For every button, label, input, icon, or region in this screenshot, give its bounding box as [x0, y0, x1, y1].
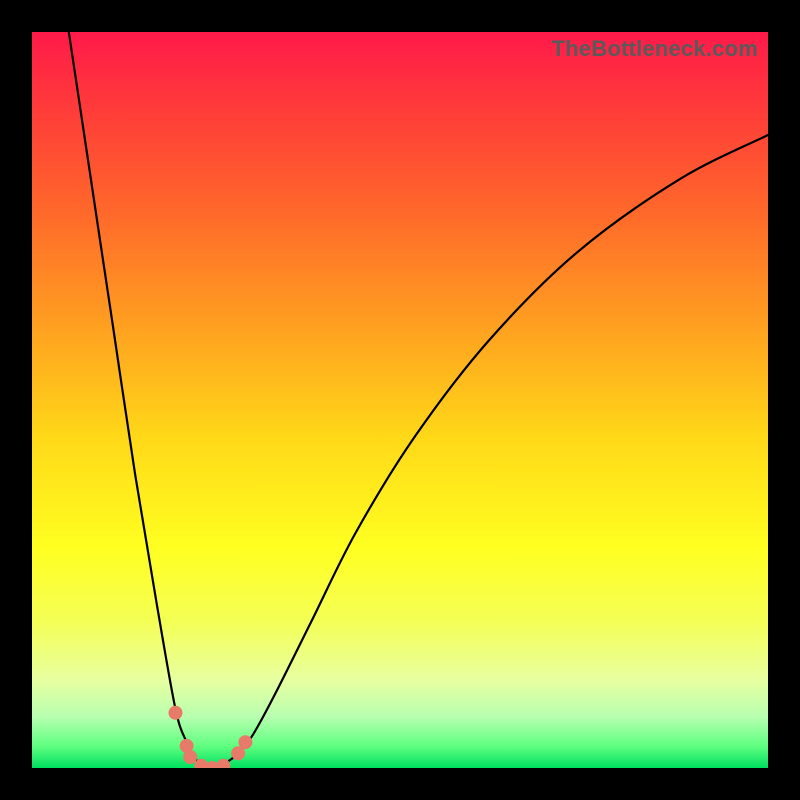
plot-area: TheBottleneck.com — [32, 32, 768, 768]
curve-marker — [169, 706, 183, 720]
bottleneck-curve — [69, 32, 768, 768]
curve-markers — [169, 706, 253, 768]
chart-frame: TheBottleneck.com — [0, 0, 800, 800]
curve-svg — [32, 32, 768, 768]
curve-marker — [238, 735, 252, 749]
curve-marker — [183, 750, 197, 764]
